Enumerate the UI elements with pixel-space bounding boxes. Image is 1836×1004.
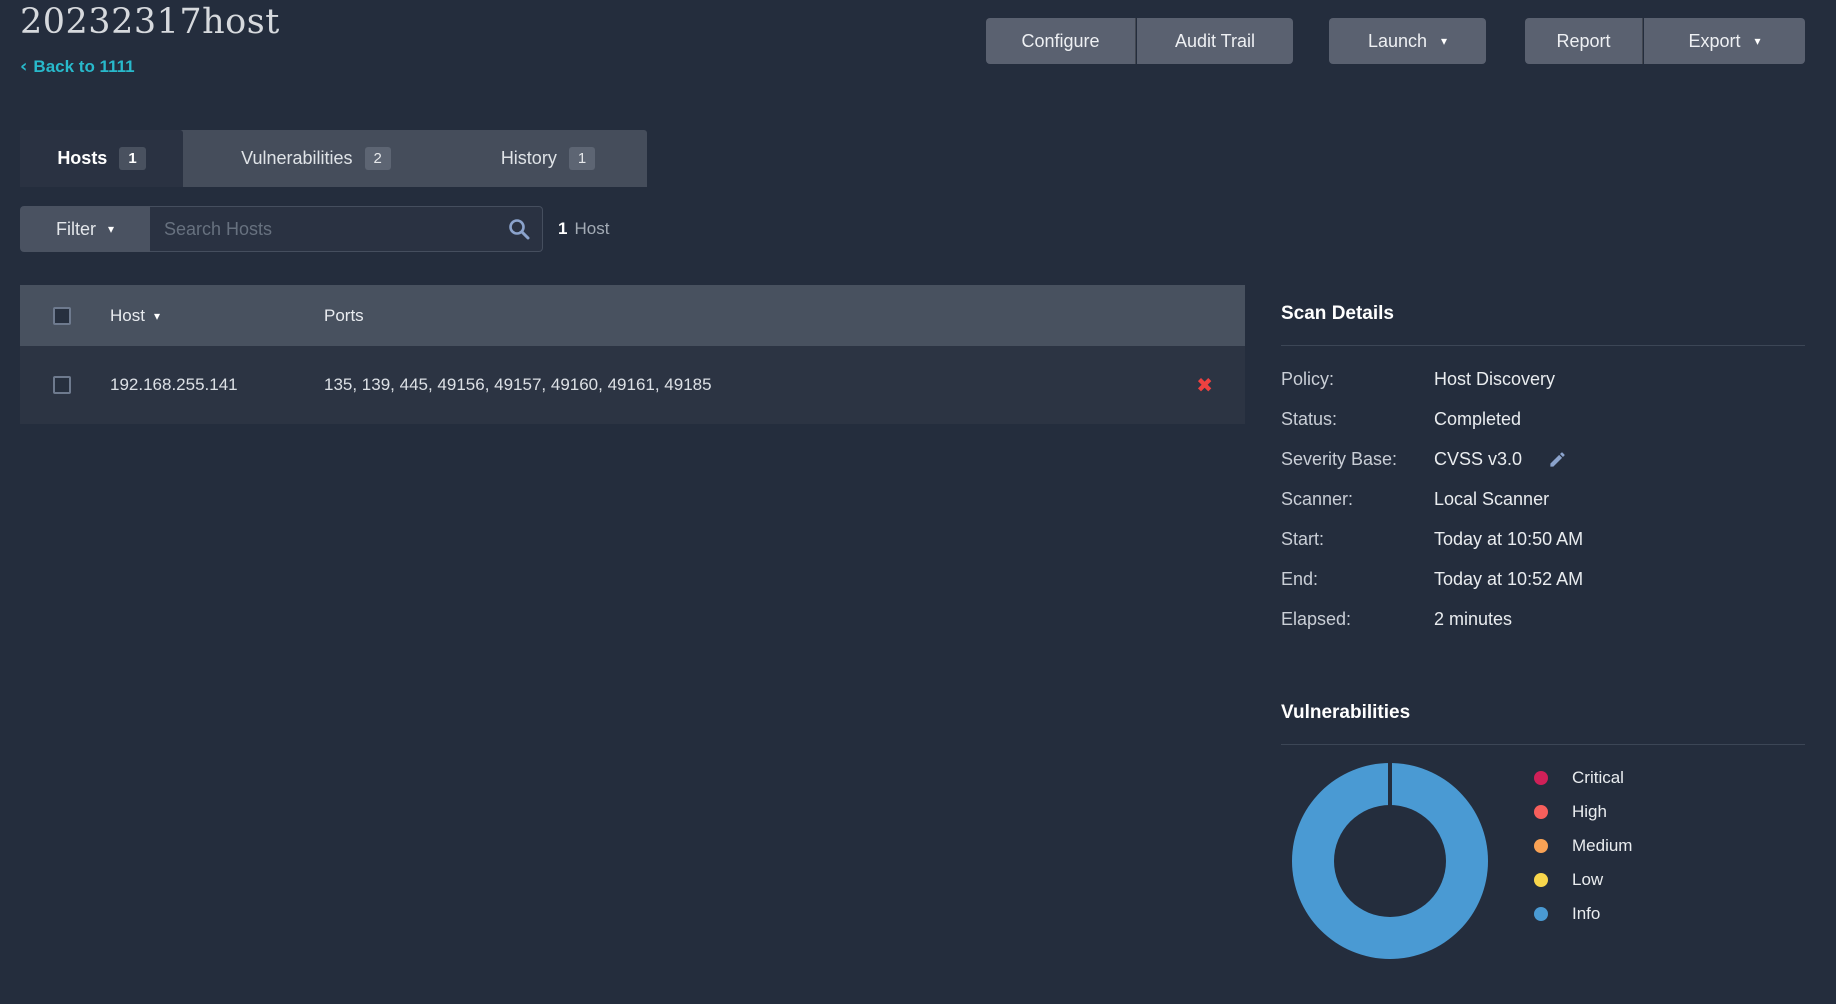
sort-descending-icon: ▾ xyxy=(153,308,160,323)
back-link-label: Back to 1111 xyxy=(33,57,135,76)
edit-severity-pencil-icon[interactable] xyxy=(1548,450,1567,469)
tab-vulnerabilities[interactable]: Vulnerabilities 2 xyxy=(183,130,449,187)
report-button[interactable]: Report xyxy=(1525,18,1643,64)
host-column-header[interactable]: Host ▾ xyxy=(71,306,324,326)
ports-cell: 135, 139, 445, 49156, 49157, 49160, 4916… xyxy=(324,375,712,394)
legend-item-critical[interactable]: Critical xyxy=(1534,761,1632,795)
detail-row-severity-base: Severity Base: CVSS v3.0 xyxy=(1281,439,1805,479)
legend-item-medium[interactable]: Medium xyxy=(1534,829,1632,863)
ports-column-header[interactable]: Ports xyxy=(324,306,1245,326)
tab-history-label: History xyxy=(500,148,557,168)
legend-item-info[interactable]: Info xyxy=(1534,897,1632,931)
detail-row-start: Start: Today at 10:50 AM xyxy=(1281,528,1584,549)
configure-button[interactable]: Configure xyxy=(986,18,1136,64)
host-ip-cell: 192.168.255.141 xyxy=(110,375,238,394)
row-checkbox[interactable] xyxy=(53,376,71,394)
export-caret-icon: ▾ xyxy=(1754,34,1761,48)
tab-history[interactable]: History 1 xyxy=(449,130,647,187)
page-title: 20232317host xyxy=(20,2,280,42)
select-all-checkbox[interactable] xyxy=(53,306,71,325)
back-link[interactable]: ‹ Back to 1111 xyxy=(20,56,135,77)
launch-caret-icon: ▾ xyxy=(1441,34,1448,48)
legend-item-low[interactable]: Low xyxy=(1534,863,1632,897)
filter-caret-icon: ▾ xyxy=(107,222,115,236)
donut-hole xyxy=(1334,805,1446,917)
critical-dot-icon xyxy=(1534,771,1548,785)
delete-host-icon[interactable]: ✖ xyxy=(1196,346,1213,424)
detail-row-scanner: Scanner: Local Scanner xyxy=(1281,488,1550,509)
scan-details-heading: Scan Details xyxy=(1281,303,1394,324)
legend-item-high[interactable]: High xyxy=(1534,795,1632,829)
hosts-table-header: Host ▾ Ports xyxy=(20,285,1245,346)
back-chevron-icon: ‹ xyxy=(20,56,28,77)
info-dot-icon xyxy=(1534,907,1548,921)
tab-vulnerabilities-count-badge: 2 xyxy=(364,147,391,170)
low-dot-icon xyxy=(1534,873,1548,887)
audit-trail-button[interactable]: Audit Trail xyxy=(1137,18,1293,64)
search-icon[interactable] xyxy=(507,217,531,246)
result-count-number: 1 xyxy=(558,219,568,238)
filter-bar: Filter ▾ xyxy=(20,206,543,252)
filter-dropdown-button[interactable]: Filter ▾ xyxy=(20,206,150,252)
result-count-label: Host xyxy=(574,219,610,238)
tab-bar: Hosts 1 Vulnerabilities 2 History 1 xyxy=(20,130,647,187)
vulnerabilities-legend: Critical High Medium Low Info xyxy=(1534,761,1632,931)
export-button[interactable]: Export ▾ xyxy=(1644,18,1805,64)
search-input[interactable] xyxy=(150,206,543,252)
filter-label: Filter xyxy=(55,218,96,239)
launch-button[interactable]: Launch ▾ xyxy=(1329,18,1486,64)
search-box xyxy=(150,206,543,252)
donut-slice-separator xyxy=(1388,763,1392,807)
tab-vulnerabilities-label: Vulnerabilities xyxy=(241,148,353,168)
detail-row-elapsed: Elapsed: 2 minutes xyxy=(1281,608,1513,629)
host-table-row[interactable]: 192.168.255.141 135, 139, 445, 49156, 49… xyxy=(20,346,1245,424)
tab-hosts[interactable]: Hosts 1 xyxy=(20,130,183,187)
result-count: 1 Host xyxy=(558,206,609,252)
vulnerabilities-heading: Vulnerabilities xyxy=(1281,702,1411,723)
scan-details-list: Policy: Host Discovery Status: Completed… xyxy=(1281,359,1805,639)
tab-hosts-count-badge: 1 xyxy=(119,147,146,170)
high-dot-icon xyxy=(1534,805,1548,819)
vulnerabilities-donut[interactable] xyxy=(1292,763,1488,959)
tab-history-count-badge: 1 xyxy=(568,147,596,170)
medium-dot-icon xyxy=(1534,839,1548,853)
scan-details-divider xyxy=(1281,345,1805,346)
vulnerabilities-divider xyxy=(1281,744,1805,745)
detail-row-end: End: Today at 10:52 AM xyxy=(1281,568,1584,589)
detail-row-status: Status: Completed xyxy=(1281,408,1522,429)
detail-row-policy: Policy: Host Discovery xyxy=(1281,368,1556,389)
tab-hosts-label: Hosts xyxy=(57,148,108,168)
